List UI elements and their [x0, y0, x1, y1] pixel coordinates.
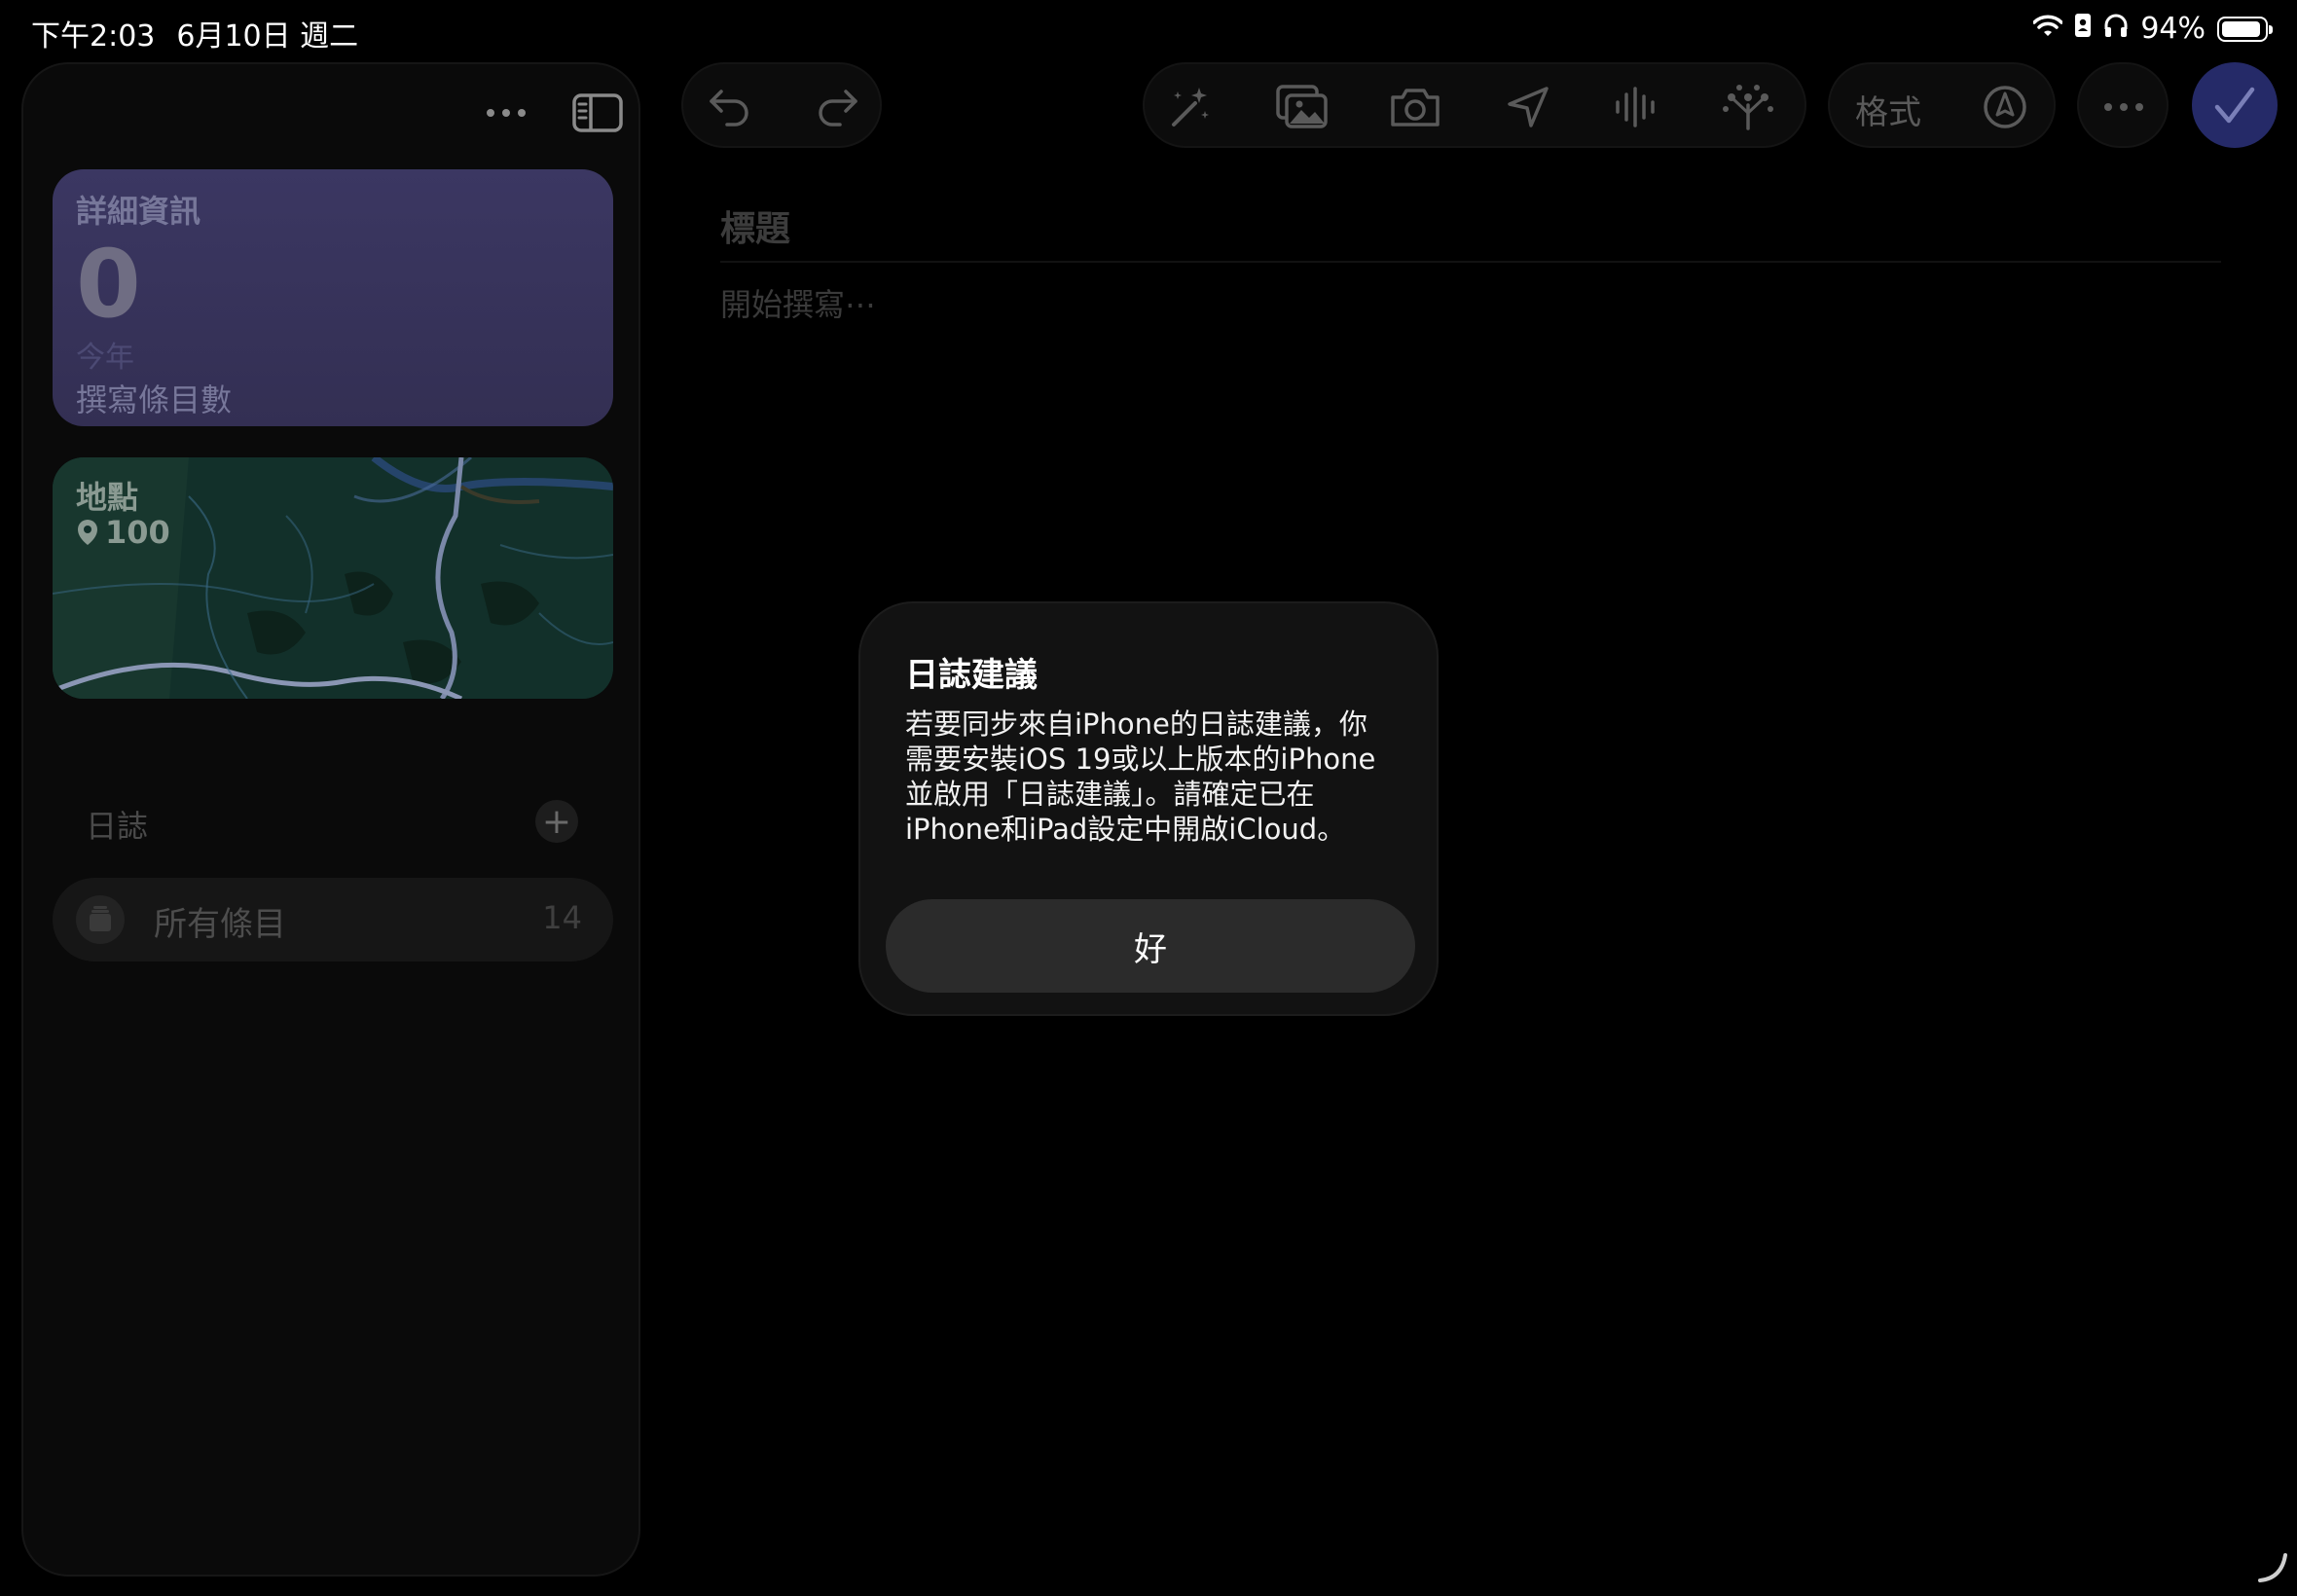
camera-button[interactable] — [1386, 78, 1444, 136]
battery-icon — [2217, 16, 2273, 42]
location-arrow-icon — [1508, 87, 1549, 127]
alert-title: 日誌建議 — [905, 656, 1038, 695]
undo-redo-group — [681, 62, 882, 148]
format-button[interactable]: 格式 — [1855, 86, 1921, 133]
resize-handle-icon[interactable] — [2256, 1551, 2289, 1588]
details-card[interactable]: 詳細資訊 0 今年 撰寫條目數 — [53, 169, 613, 426]
markup-button[interactable] — [1976, 78, 2034, 136]
format-group: 格式 — [1828, 62, 2056, 148]
insert-tools-group — [1143, 62, 1806, 148]
magic-wand-icon — [1172, 88, 1209, 127]
alert-ok-button[interactable]: 好 — [886, 899, 1415, 993]
places-count-row: 100 — [76, 514, 170, 551]
photo-library-icon — [1276, 85, 1328, 128]
reflection-button[interactable] — [1719, 78, 1777, 136]
undo-button[interactable] — [701, 78, 759, 136]
add-journal-button[interactable]: + — [535, 800, 578, 843]
alert-message: 若要同步來自iPhone的日誌建議，你 需要安裝iOS 19或以上版本的iPho… — [905, 707, 1376, 846]
status-time: 下午2:03 — [31, 19, 156, 54]
journal-suggestions-alert: 日誌建議 若要同步來自iPhone的日誌建議，你 需要安裝iOS 19或以上版本… — [858, 601, 1439, 1016]
waveform-icon — [1616, 87, 1655, 127]
redo-button[interactable] — [808, 78, 866, 136]
ellipsis-icon — [2104, 103, 2143, 111]
battery-percent: 94% — [2140, 12, 2206, 46]
sidebar: 詳細資訊 0 今年 撰寫條目數 地點 100 日誌 + 所有條目 14 — [21, 62, 640, 1577]
battery-level — [2222, 20, 2261, 37]
undo-icon — [710, 90, 748, 127]
sparkle-burst-icon — [1723, 85, 1773, 130]
magic-wand-button[interactable] — [1160, 78, 1219, 136]
status-bar: 下午2:03 6月10日 週二 94% — [0, 0, 2297, 60]
sidebar-more-button[interactable] — [477, 88, 535, 138]
places-count: 100 — [105, 514, 170, 551]
location-pin-icon — [78, 520, 97, 545]
headphones-icon — [2103, 12, 2129, 46]
contact-card-icon — [2074, 12, 2092, 46]
details-card-title: 詳細資訊 — [76, 193, 201, 230]
camera-icon — [1391, 89, 1440, 127]
entries-count: 0 — [76, 230, 141, 339]
entry-body-field[interactable]: 開始撰寫⋯ — [720, 280, 876, 325]
checkmark-icon — [2214, 87, 2255, 124]
details-period: 今年 — [76, 341, 134, 375]
ellipsis-icon — [487, 109, 526, 117]
sidebar-toggle-button[interactable] — [568, 88, 627, 138]
sidebar-icon — [572, 93, 623, 132]
more-button[interactable] — [2095, 78, 2153, 136]
all-entries-item[interactable]: 所有條目 14 — [53, 878, 613, 961]
entry-title-field[interactable]: 標題 — [720, 200, 790, 251]
all-entries-count: 14 — [542, 899, 582, 936]
done-button[interactable] — [2192, 62, 2278, 148]
pen-tip-icon — [1984, 86, 2026, 128]
audio-button[interactable] — [1606, 78, 1664, 136]
places-title: 地點 — [76, 479, 139, 516]
status-right: 94% — [2032, 12, 2273, 46]
title-divider — [720, 261, 2221, 263]
details-caption: 撰寫條目數 — [76, 381, 233, 418]
location-button[interactable] — [1499, 78, 1557, 136]
status-left: 下午2:03 6月10日 週二 — [31, 12, 358, 54]
wifi-icon — [2032, 12, 2064, 46]
photo-library-button[interactable] — [1273, 78, 1331, 136]
all-entries-label: 所有條目 — [154, 905, 286, 944]
places-map-card[interactable]: 地點 100 — [53, 457, 613, 699]
journals-section-header: 日誌 — [86, 808, 149, 845]
more-group — [2077, 62, 2169, 148]
stack-icon — [76, 895, 125, 944]
redo-icon — [819, 90, 857, 127]
status-date: 6月10日 週二 — [176, 19, 359, 54]
